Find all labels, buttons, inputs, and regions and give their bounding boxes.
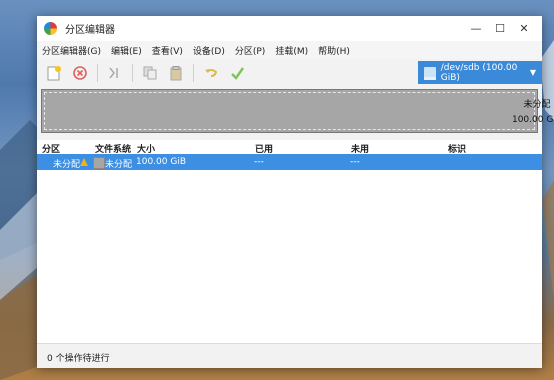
menu-view[interactable]: 查看(V) [147, 44, 188, 57]
paste-icon [170, 65, 182, 80]
copy-button[interactable] [141, 64, 159, 82]
filesystem-color-swatch [93, 157, 105, 169]
cell-used: --- [254, 157, 264, 167]
warning-icon [80, 158, 88, 166]
partition-table: 分区 文件系统 大小 已用 未用 标识 未分配 未分配 100.00 GiB -… [37, 140, 542, 343]
status-bar: 0 个操作待进行 [37, 343, 542, 368]
resize-move-button[interactable] [106, 64, 124, 82]
device-label: /dev/sdb (100.00 GiB) [440, 62, 518, 83]
delete-icon [73, 65, 87, 80]
disk-map-size: 100.00 GiB [511, 115, 554, 125]
new-partition-button[interactable] [45, 64, 63, 82]
gparted-window: 分区编辑器 — ☐ ✕ 分区编辑器(G) 编辑(E) 查看(V) 设备(D) 分… [37, 16, 554, 368]
disk-map-unallocated[interactable]: 未分配 100.00 GiB [41, 89, 554, 133]
copy-icon [143, 66, 157, 79]
maximize-button[interactable]: ☐ [490, 20, 510, 36]
cell-partition: 未分配 [53, 160, 81, 170]
table-header: 分区 文件系统 大小 已用 未用 标识 [37, 140, 542, 155]
app-icon [44, 22, 57, 35]
new-partition-icon [47, 65, 61, 80]
toolbar-separator [193, 63, 194, 82]
table-row[interactable]: 未分配 未分配 100.00 GiB --- --- [37, 154, 542, 170]
toolbar: /dev/sdb (100.00 GiB) ▼ [37, 59, 542, 86]
pending-operations-status: 0 个操作待进行 [47, 354, 110, 364]
cell-size: 100.00 GiB [136, 157, 187, 167]
menu-help[interactable]: 帮助(H) [313, 44, 355, 57]
delete-button[interactable] [71, 64, 89, 82]
menu-gparted[interactable]: 分区编辑器(G) [37, 44, 106, 57]
toolbar-separator [97, 63, 98, 82]
cell-unused: --- [350, 157, 360, 167]
device-selector[interactable]: /dev/sdb (100.00 GiB) ▼ [418, 61, 542, 84]
menu-edit[interactable]: 编辑(E) [106, 44, 147, 57]
cell-filesystem: 未分配 [105, 160, 133, 170]
title-bar: 分区编辑器 — ☐ ✕ [37, 16, 542, 41]
menu-device[interactable]: 设备(D) [188, 44, 230, 57]
close-button[interactable]: ✕ [514, 20, 534, 36]
toolbar-separator [132, 63, 133, 82]
undo-button[interactable] [202, 64, 220, 82]
resize-move-icon [109, 67, 118, 78]
disk-map-label: 未分配 [523, 100, 551, 110]
menu-bar: 分区编辑器(G) 编辑(E) 查看(V) 设备(D) 分区(P) 挂载(M) 帮… [37, 41, 542, 59]
disk-map-area: 未分配 100.00 GiB [37, 86, 554, 138]
apply-button[interactable] [228, 64, 246, 82]
paste-button[interactable] [167, 64, 185, 82]
chevron-down-icon: ▼ [529, 68, 536, 77]
undo-icon [205, 68, 218, 77]
apply-icon [231, 66, 244, 80]
menu-partition[interactable]: 分区(P) [230, 44, 270, 57]
menu-mount[interactable]: 挂载(M) [270, 44, 313, 57]
window-title: 分区编辑器 [65, 25, 115, 36]
minimize-button[interactable]: — [466, 20, 486, 36]
drive-icon [424, 67, 436, 80]
